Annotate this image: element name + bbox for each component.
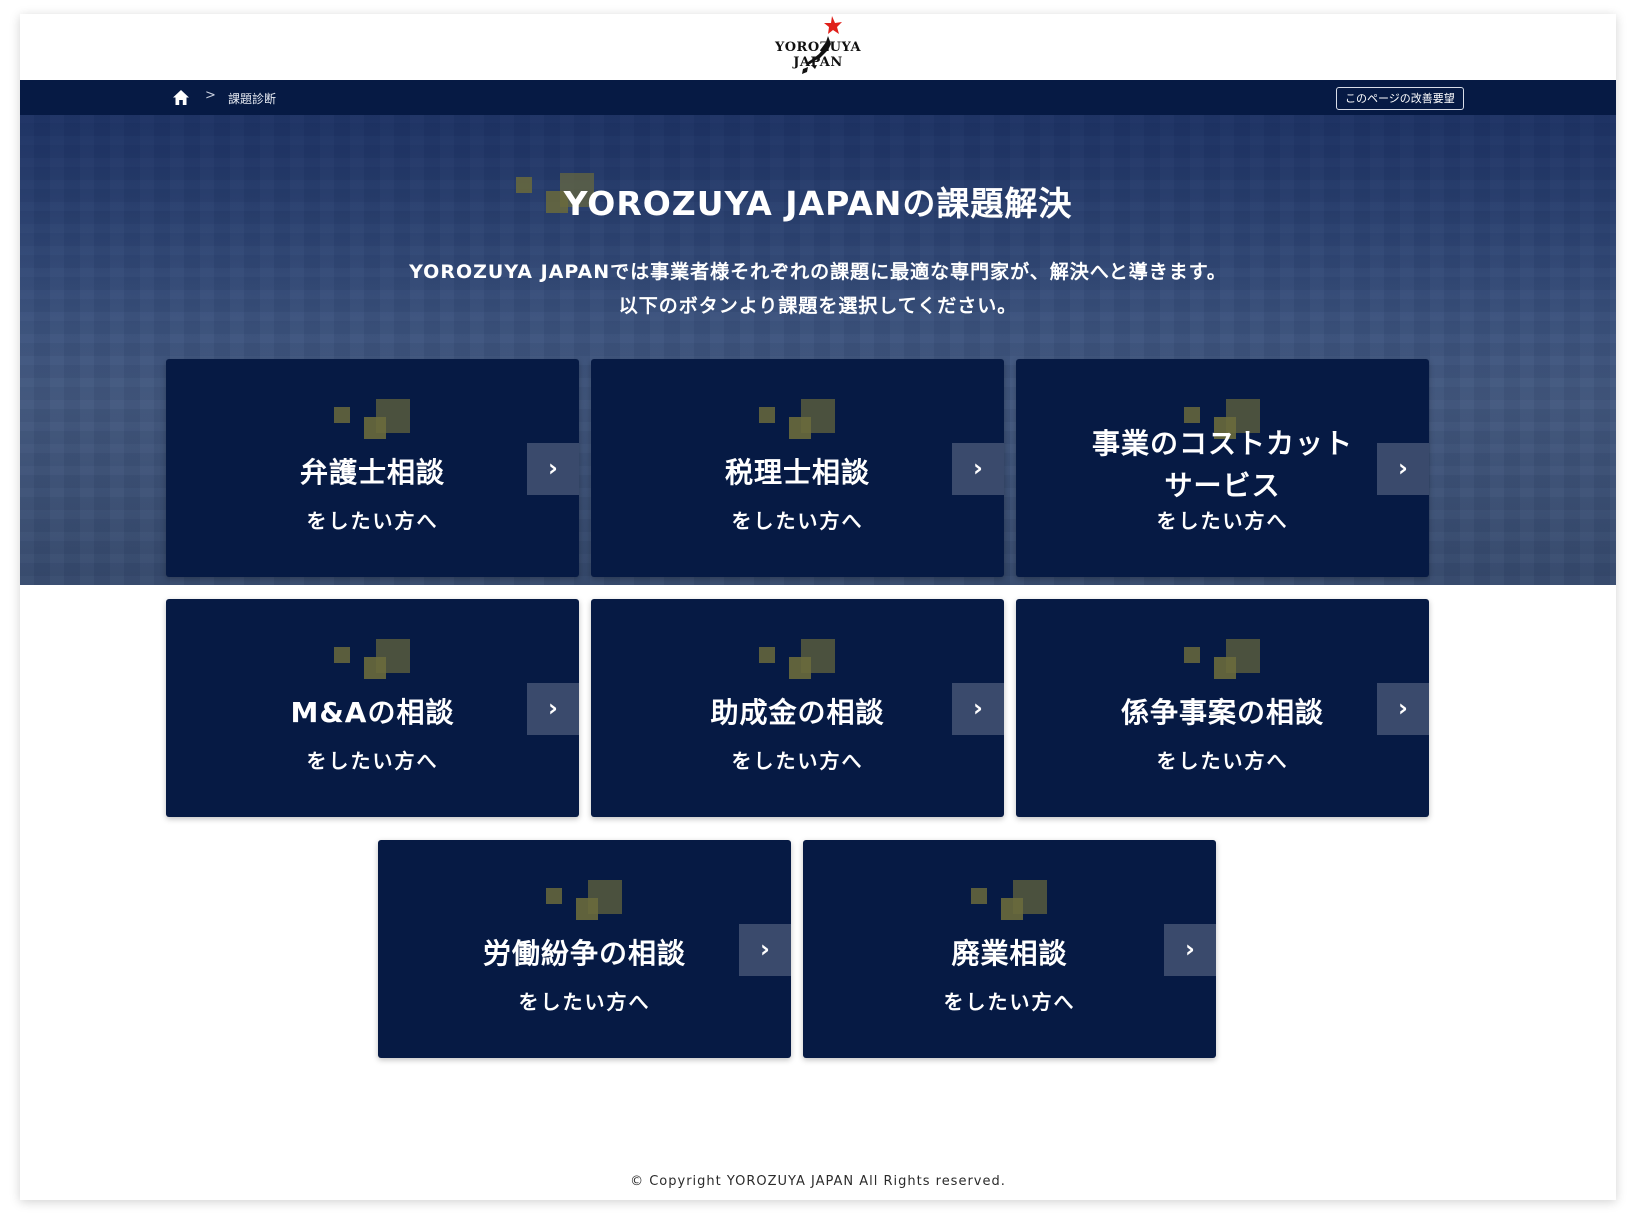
hero-title: YOROZUYA JAPANの課題解決 [563, 184, 1073, 223]
chevron-right-icon[interactable]: › [739, 924, 791, 976]
site-logo[interactable]: YOROZUYA JAPAN [748, 14, 888, 80]
card-ma-consultation[interactable]: M&Aの相談 をしたい方へ › [166, 599, 579, 817]
card-title: 廃業相談 [951, 937, 1068, 970]
chevron-right-icon[interactable]: › [527, 443, 579, 495]
card-subtitle: をしたい方へ [731, 749, 864, 773]
chevron-right-icon[interactable]: › [1377, 443, 1429, 495]
breadcrumb-current: 課題診断 [228, 92, 277, 106]
hero-description-line-2: 以下のボタンより課題を選択してください。 [618, 295, 1018, 317]
card-title-line-1: 事業のコストカット [1091, 427, 1353, 460]
card-title: M&Aの相談 [290, 696, 455, 729]
improvement-request-button[interactable]: このページの改善要望 [1336, 87, 1464, 110]
card-subtitle: をしたい方へ [306, 749, 439, 773]
deco-squares-icon [1184, 639, 1260, 679]
card-subtitle: をしたい方へ [306, 509, 439, 533]
page-frame: YOROZUYA JAPAN > 課題診断 このページの改善要望 YOROZUY… [20, 14, 1616, 1200]
card-title: 労働紛争の相談 [482, 937, 686, 970]
card-title: 係争事案の相談 [1120, 696, 1324, 729]
deco-squares-icon [334, 399, 410, 439]
card-subtitle: をしたい方へ [518, 990, 651, 1014]
deco-squares-icon [971, 880, 1047, 920]
card-labor-dispute-consultation[interactable]: 労働紛争の相談 をしたい方へ › [378, 840, 791, 1058]
card-title: 税理士相談 [724, 456, 870, 489]
deco-squares-icon [759, 639, 835, 679]
card-subtitle: をしたい方へ [1156, 509, 1289, 533]
chevron-right-icon[interactable]: › [952, 683, 1004, 735]
home-icon[interactable] [172, 89, 190, 106]
logo-text: YOROZUYA JAPAN [774, 40, 862, 70]
chevron-right-icon[interactable]: › [527, 683, 579, 735]
breadcrumb-separator: > [205, 88, 216, 103]
chevron-right-icon[interactable]: › [1377, 683, 1429, 735]
card-dispute-consultation[interactable]: 係争事案の相談 をしたい方へ › [1016, 599, 1429, 817]
card-subtitle: をしたい方へ [943, 990, 1076, 1014]
hero-description-line-1: YOROZUYA JAPANでは事業者様それぞれの課題に最適な専門家が、解決へと… [409, 261, 1227, 283]
card-tax-accountant-consultation[interactable]: 税理士相談 をしたい方へ › [591, 359, 1004, 577]
deco-squares-icon [334, 639, 410, 679]
deco-squares-icon [759, 399, 835, 439]
card-title: 助成金の相談 [710, 696, 885, 729]
breadcrumb-bar: > 課題診断 このページの改善要望 [20, 80, 1616, 115]
deco-squares-icon [546, 880, 622, 920]
card-subtitle: をしたい方へ [731, 509, 864, 533]
card-title: 事業のコストカット サービス [1016, 423, 1429, 507]
card-subtitle: をしたい方へ [1156, 749, 1289, 773]
card-subsidy-consultation[interactable]: 助成金の相談 をしたい方へ › [591, 599, 1004, 817]
card-title: 弁護士相談 [299, 456, 445, 489]
chevron-right-icon[interactable]: › [952, 443, 1004, 495]
chevron-right-icon[interactable]: › [1164, 924, 1216, 976]
hero-description: YOROZUYA JAPANでは事業者様それぞれの課題に最適な専門家が、解決へと… [20, 255, 1616, 323]
card-cost-cut-service[interactable]: 事業のコストカット サービス をしたい方へ › [1016, 359, 1429, 577]
card-title-line-2: サービス [1164, 469, 1281, 502]
site-header: YOROZUYA JAPAN [20, 14, 1616, 80]
card-business-closure-consultation[interactable]: 廃業相談 をしたい方へ › [803, 840, 1216, 1058]
card-lawyer-consultation[interactable]: 弁護士相談 をしたい方へ › [166, 359, 579, 577]
footer-copyright: © Copyright YOROZUYA JAPAN All Rights re… [630, 1174, 1006, 1189]
